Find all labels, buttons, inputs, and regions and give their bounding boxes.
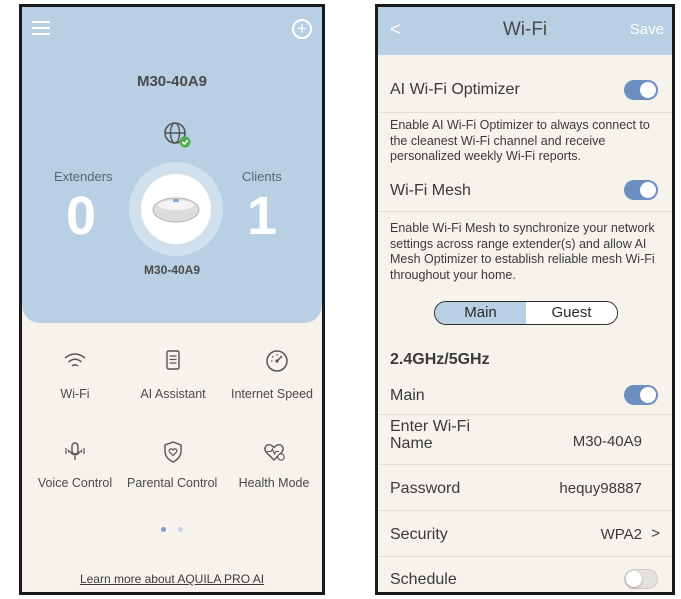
tile-health-mode[interactable]: Health Mode [224,439,322,491]
password-row[interactable]: Password hequy98887 [378,465,672,511]
tile-wifi[interactable]: Wi-Fi [25,348,125,402]
wifi-name-value[interactable]: M30-40A9 [573,433,642,450]
extenders-count[interactable]: 0 [66,189,96,243]
page-indicator[interactable] [22,519,322,537]
mesh-toggle[interactable] [624,180,658,200]
tile-internet-speed[interactable]: Internet Speed [227,348,322,402]
ai-optimizer-toggle[interactable] [624,80,658,100]
menu-icon[interactable] [32,21,50,37]
schedule-row: Schedule [378,557,672,592]
schedule-toggle[interactable] [624,569,658,589]
tile-voice-control[interactable]: Voice Control [25,439,125,491]
segment-guest[interactable]: Guest [526,302,617,324]
clients-count[interactable]: 1 [247,189,277,243]
wifi-icon [64,353,86,367]
hero-panel: + M30-40A9 Extenders 0 Clients 1 M30-40A… [22,7,322,323]
ai-optimizer-row: AI Wi-Fi Optimizer [378,55,672,113]
security-label: Security [390,526,448,543]
page-title: Wi-Fi [502,19,548,40]
tile-label: Wi-Fi [60,387,90,401]
main-network-toggle[interactable] [624,385,658,405]
security-row[interactable]: Security WPA2 > [378,511,672,557]
router-button[interactable] [129,162,223,256]
network-segment-control[interactable]: Main Guest [434,301,618,325]
password-label: Password [390,480,461,497]
router-label: M30-40A9 [143,263,201,277]
speedometer-icon [266,350,288,372]
heart-pulse-icon [264,444,285,461]
ai-optimizer-label: AI Wi-Fi Optimizer [390,81,520,98]
password-value[interactable]: hequy98887 [559,480,642,497]
document-icon [166,350,180,370]
microphone-icon [65,442,85,460]
clients-label: Clients [242,169,282,184]
tile-label: Parental Control [127,476,218,490]
page-dot[interactable] [178,527,184,532]
main-network-row: Main [378,375,672,415]
device-name: M30-40A9 [136,73,208,90]
tile-label: Health Mode [238,476,310,490]
mesh-row: Wi-Fi Mesh [378,170,672,212]
tile-label: Internet Speed [231,387,314,401]
wifi-settings-screen: < Wi-Fi Save AI Wi-Fi Optimizer Enable A… [375,4,675,595]
tile-label: AI Assistant [140,387,206,401]
schedule-label: Schedule [390,571,457,588]
header-bar: < Wi-Fi Save [378,7,672,55]
wifi-name-row[interactable]: Enter Wi-Fi Name M30-40A9 [378,415,672,465]
tile-parental-control[interactable]: Parental Control [123,439,223,491]
ai-optimizer-description: Enable AI Wi-Fi Optimizer to always conn… [390,118,650,164]
tile-label: Voice Control [37,476,113,490]
add-icon[interactable]: + [292,19,312,39]
save-button[interactable]: Save [630,21,664,38]
wifi-name-label: Enter Wi-Fi Name [390,418,470,452]
mesh-label: Wi-Fi Mesh [390,182,471,199]
mesh-description: Enable Wi-Fi Mesh to synchronize your ne… [390,221,655,282]
globe-icon [164,122,191,148]
security-value: WPA2 [600,526,642,543]
shield-heart-icon [164,441,182,463]
main-network-label: Main [390,387,425,404]
router-icon [152,197,200,223]
band-title: 2.4GHz/5GHz [390,351,490,368]
page-dot-active[interactable] [160,527,166,532]
learn-more-link[interactable]: Learn more about AQUILA PRO AI [22,572,322,586]
extenders-label: Extenders [54,169,113,184]
home-screen: + M30-40A9 Extenders 0 Clients 1 M30-40A… [19,4,325,595]
segment-main[interactable]: Main [435,302,526,324]
tile-ai-assistant[interactable]: AI Assistant [123,348,223,402]
chevron-right-icon: > [651,525,660,542]
